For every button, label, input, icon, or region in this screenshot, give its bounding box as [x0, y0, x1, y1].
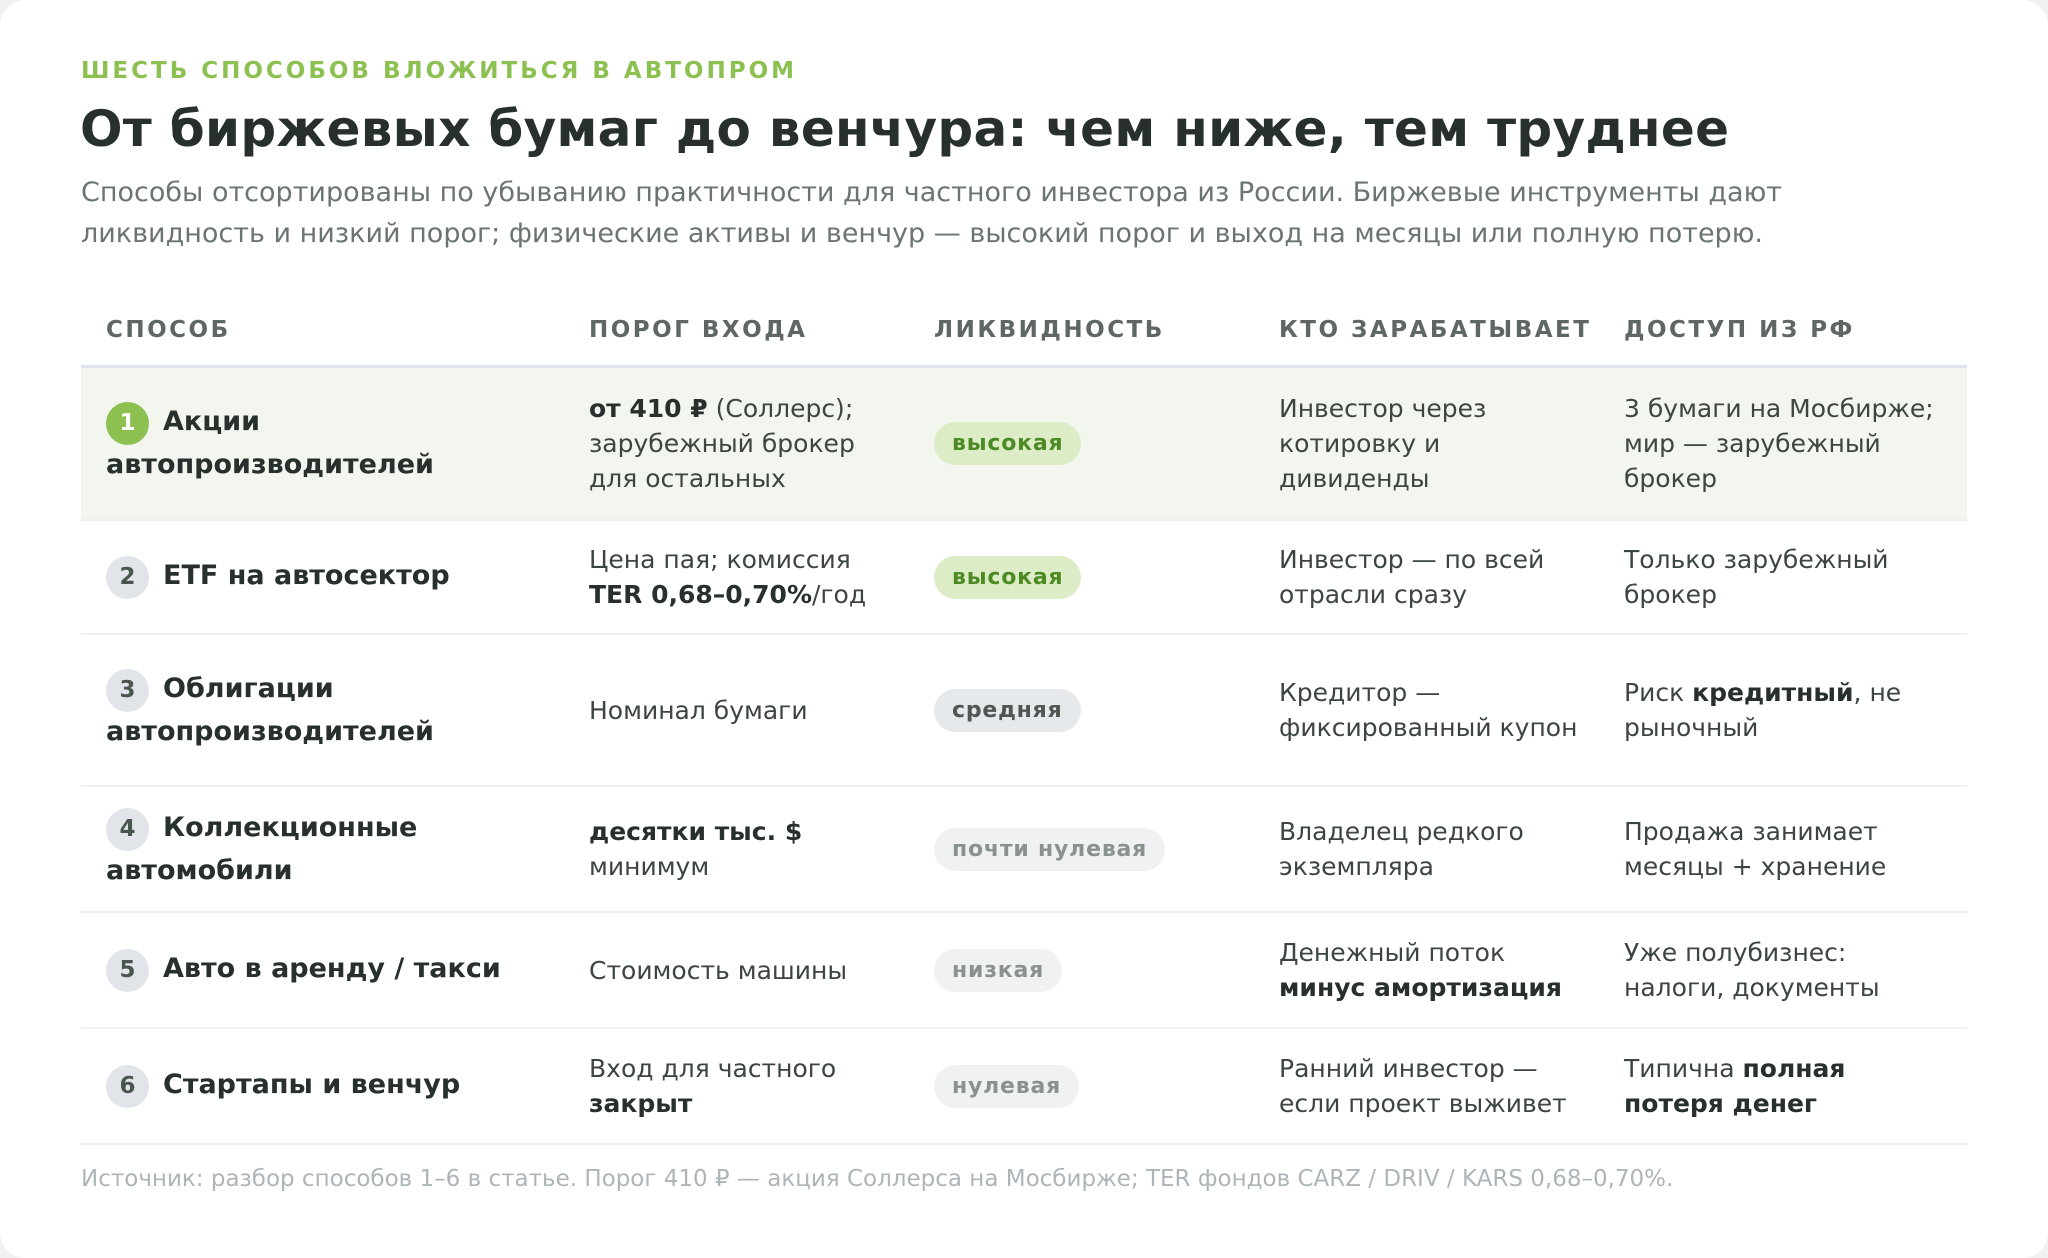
row-number-badge: 2	[106, 555, 149, 599]
method-cell: 1 Акции автопроизводителей	[81, 366, 589, 521]
liquidity-cell: почти нулевая	[934, 786, 1279, 913]
liquidity-badge: нулевая	[934, 1064, 1080, 1108]
table-row: 6 Стартапы и венчур Вход для частного закр…	[81, 1028, 1967, 1145]
earns-text: Владелец редкого экземпляра	[1279, 817, 1524, 881]
access-cell: Риск кредитный, не рыночный	[1624, 634, 1967, 787]
row-number-badge: 4	[106, 807, 149, 851]
earns-cell: Владелец редкого экземпляра	[1279, 786, 1624, 913]
entry-text: Цена пая; комиссия	[589, 545, 851, 574]
table-row: 1 Акции автопроизводителей от 410 ₽ (Солле…	[81, 366, 1967, 521]
earns-text: Кредитор — фиксированный купон	[1279, 678, 1578, 742]
row-number-badge: 5	[106, 948, 149, 992]
earns-cell: Инвестор через котировку и дивиденды	[1279, 366, 1624, 521]
access-text: Уже полубизнес: налоги, документы	[1624, 938, 1880, 1002]
access-text: Типична	[1624, 1054, 1743, 1083]
page-title: От биржевых бумаг до венчура: чем ниже, …	[80, 100, 1730, 158]
column-header-method: СПОСОБ	[81, 296, 589, 368]
entry-cell: десятки тыс. $ минимум	[589, 786, 934, 913]
liquidity-cell: нулевая	[934, 1028, 1279, 1145]
method-name: Коллекционные автомобили	[106, 811, 418, 886]
entry-text: /год	[812, 580, 867, 609]
liquidity-cell: средняя	[934, 634, 1279, 787]
liquidity-badge: средняя	[934, 688, 1081, 732]
card: ШЕСТЬ СПОСОБОВ ВЛОЖИТЬСЯ В АВТОПРОМ От б…	[0, 0, 2048, 1258]
entry-cell: Номинал бумаги	[589, 634, 934, 787]
access-cell: Типична полная потеря денег	[1624, 1028, 1967, 1145]
liquidity-cell: высокая	[934, 520, 1279, 635]
earns-text: Инвестор через котировку и дивиденды	[1279, 393, 1487, 493]
access-text: Продажа занимает месяцы + хранение	[1624, 817, 1887, 881]
method-name: Облигации автопроизводителей	[106, 672, 434, 747]
subtitle: Способы отсортированы по убыванию практи…	[81, 177, 1783, 249]
method-cell: 2 ETF на автосектор	[81, 520, 589, 635]
earns-text: Денежный поток	[1279, 938, 1506, 967]
earns-text: Ранний инвестор — если проект выживет	[1279, 1054, 1567, 1118]
liquidity-badge: высокая	[934, 421, 1082, 465]
access-text: Только зарубежный брокер	[1624, 545, 1889, 609]
method-name: ETF на автосектор	[163, 559, 450, 591]
entry-text: TER 0,68–0,70%	[589, 580, 812, 609]
liquidity-badge: почти нулевая	[934, 827, 1166, 871]
entry-text: Номинал бумаги	[589, 695, 808, 725]
access-cell: Продажа занимает месяцы + хранение	[1624, 786, 1967, 913]
entry-text: минимум	[589, 852, 710, 881]
entry-text: закрыт	[589, 1089, 693, 1118]
liquidity-cell: высокая	[934, 366, 1279, 521]
method-cell: 4 Коллекционные автомобили	[81, 786, 589, 913]
row-number-badge: 6	[106, 1064, 149, 1108]
method-cell: 6 Стартапы и венчур	[81, 1028, 589, 1145]
earns-cell: Денежный поток минус амортизация	[1279, 912, 1624, 1029]
entry-cell: Вход для частного закрыт	[589, 1028, 934, 1145]
liquidity-badge: высокая	[934, 555, 1082, 599]
earns-cell: Ранний инвестор — если проект выживет	[1279, 1028, 1624, 1145]
method-cell: 3 Облигации автопроизводителей	[81, 634, 589, 787]
column-header-earns: КТО ЗАРАБАТЫВАЕТ	[1279, 296, 1624, 368]
earns-cell: Инвестор — по всей отрасли сразу	[1279, 520, 1624, 635]
entry-cell: Стоимость машины	[589, 912, 934, 1029]
table-header-row: СПОСОБ ПОРОГ ВХОДА ЛИКВИДНОСТЬ КТО ЗАРАБ…	[81, 296, 1967, 368]
column-header-entry: ПОРОГ ВХОДА	[589, 296, 934, 368]
table-row: 3 Облигации автопроизводителей Номинал бум…	[81, 634, 1967, 787]
entry-cell: от 410 ₽ (Соллерс); зарубежный брокер дл…	[589, 366, 934, 521]
method-cell: 5 Авто в аренду / такси	[81, 912, 589, 1029]
row-number-badge: 3	[106, 668, 149, 712]
earns-cell: Кредитор — фиксированный купон	[1279, 634, 1624, 787]
entry-text: от 410 ₽	[589, 393, 708, 423]
methods-table: СПОСОБ ПОРОГ ВХОДА ЛИКВИДНОСТЬ КТО ЗАРАБ…	[81, 296, 1967, 1145]
liquidity-cell: низкая	[934, 912, 1279, 1029]
table-row: 2 ETF на автосектор Цена пая; комиссия TER…	[81, 520, 1967, 635]
table-row: 4 Коллекционные автомобили десятки тыс. $ …	[81, 786, 1967, 913]
kicker: ШЕСТЬ СПОСОБОВ ВЛОЖИТЬСЯ В АВТОПРОМ	[81, 58, 798, 84]
column-header-access: ДОСТУП ИЗ РФ	[1624, 296, 1967, 368]
entry-text: Стоимость машины	[589, 955, 848, 985]
method-name: Авто в аренду / такси	[163, 952, 501, 984]
row-number-badge: 1	[106, 401, 149, 445]
access-text: 3 бумаги на Мосбирже; мир — зарубежный б…	[1624, 393, 1934, 493]
entry-text: Вход для частного	[589, 1054, 837, 1083]
access-cell: Уже полубизнес: налоги, документы	[1624, 912, 1967, 1029]
access-cell: 3 бумаги на Мосбирже; мир — зарубежный б…	[1624, 366, 1967, 521]
entry-text: десятки тыс. $	[589, 817, 803, 846]
entry-cell: Цена пая; комиссия TER 0,68–0,70%/год	[589, 520, 934, 635]
access-cell: Только зарубежный брокер	[1624, 520, 1967, 635]
earns-text: минус амортизация	[1279, 973, 1562, 1002]
source-note: Источник: разбор способов 1–6 в статье. …	[81, 1166, 1674, 1192]
method-name: Стартапы и венчур	[163, 1068, 461, 1100]
table-row: 5 Авто в аренду / такси Стоимость машины ни…	[81, 912, 1967, 1029]
access-text: кредитный	[1692, 678, 1854, 707]
earns-text: Инвестор — по всей отрасли сразу	[1279, 545, 1545, 609]
method-name: Акции автопроизводителей	[106, 405, 434, 480]
access-text: Риск	[1624, 678, 1693, 707]
liquidity-badge: низкая	[934, 948, 1063, 992]
column-header-liquidity: ЛИКВИДНОСТЬ	[934, 296, 1279, 368]
